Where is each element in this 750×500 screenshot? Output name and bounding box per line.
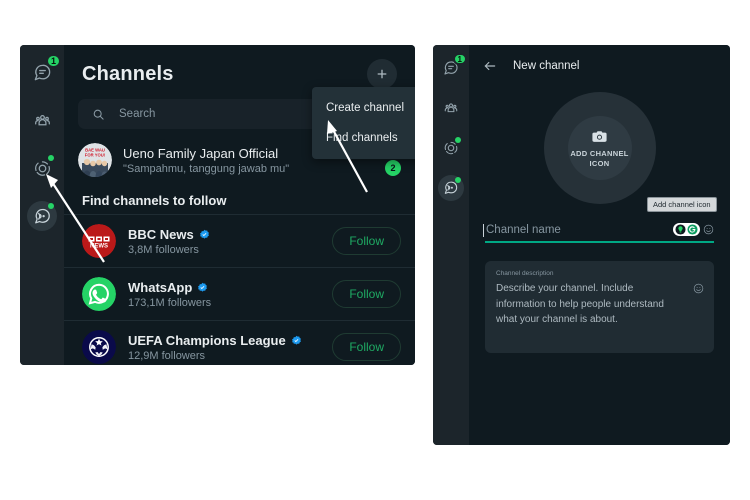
follow-button[interactable]: Follow	[332, 333, 401, 361]
menu-item-find-channels[interactable]: Find channels	[312, 123, 415, 153]
camera-icon	[592, 131, 607, 142]
page-title: Channels	[82, 62, 174, 85]
follow-button[interactable]: Follow	[332, 280, 401, 308]
channel-description-placeholder: Describe your channel. Include informati…	[496, 283, 664, 325]
table-row[interactable]: NEWS BBC News 3,8M followers Follow	[64, 214, 415, 267]
gif-icon[interactable]	[687, 224, 698, 235]
add-icon-line2: ICON	[589, 158, 610, 168]
channel-meta: BBC News 3,8M followers	[128, 227, 320, 256]
bbc-news-logo-icon: NEWS	[82, 224, 116, 258]
channel-followers: 173,1M followers	[128, 296, 212, 309]
add-channel-icon-tooltip: Add channel icon	[647, 197, 717, 212]
table-row[interactable]: WhatsApp 173,1M followers Follow	[64, 267, 415, 320]
add-channel-icon-label: ADD CHANNEL ICON	[570, 149, 628, 168]
status-activity-dot	[48, 155, 54, 161]
sidebar-item-chats[interactable]: 1	[438, 53, 467, 81]
channel-name-field[interactable]: Channel name	[483, 223, 714, 243]
add-icon-line1: ADD CHANNEL	[570, 149, 629, 159]
page-title: New channel	[513, 60, 580, 72]
chats-unread-badge: 1	[45, 54, 61, 68]
sidebar-item-channels[interactable]	[27, 201, 57, 231]
add-channel-icon-button[interactable]: ADD CHANNEL ICON	[469, 83, 730, 213]
sticker-icon[interactable]	[675, 224, 686, 235]
verified-badge-icon	[198, 282, 208, 292]
uefa-champions-league-logo-icon	[82, 330, 116, 364]
new-channel-button[interactable]	[367, 59, 397, 89]
table-row[interactable]: UEFA Champions League 12,9M followers Fo…	[64, 320, 415, 365]
avatar-caption-line2: FOR YOU!	[85, 153, 105, 158]
menu-item-create-channel[interactable]: Create channel	[312, 93, 415, 123]
sidebar-item-communities[interactable]	[438, 95, 464, 121]
pinned-channel-preview: "Sampahmu, tanggung jawab mu"	[123, 162, 290, 175]
search-placeholder: Search	[119, 108, 156, 120]
channel-followers: 12,9M followers	[128, 349, 206, 362]
back-arrow-icon[interactable]	[483, 59, 497, 73]
channel-name: WhatsApp	[128, 279, 193, 295]
channel-meta: WhatsApp 173,1M followers	[128, 280, 320, 309]
new-channel-panel: 1 New channel ADD CHANNEL ICON Add chann…	[433, 45, 730, 445]
svg-text:NEWS: NEWS	[90, 244, 108, 250]
channel-followers: 3,8M followers	[128, 243, 199, 256]
channel-description-label: Channel description	[496, 270, 554, 277]
channels-activity-dot	[455, 177, 461, 183]
channel-name-placeholder: Channel name	[483, 223, 561, 237]
right-nav-rail: 1	[433, 45, 469, 445]
sidebar-item-channels[interactable]	[438, 175, 464, 201]
avatar: BAE WAU FOR YOU!	[78, 143, 112, 177]
channel-name: BBC News	[128, 226, 194, 242]
pinned-unread-badge: 2	[385, 160, 401, 176]
sidebar-item-chats[interactable]: 1	[27, 54, 61, 87]
verified-badge-icon	[199, 229, 209, 239]
chats-unread-badge: 1	[452, 53, 467, 65]
add-channel-icon-content: ADD CHANNEL ICON	[570, 128, 628, 168]
channels-activity-dot	[48, 203, 54, 209]
section-title-find-channels: Find channels to follow	[82, 193, 227, 208]
channels-content: Channels Search BAE WAU FOR YOU! Ueno Fa…	[64, 45, 415, 365]
emoji-icon[interactable]	[703, 224, 714, 235]
channel-description-field[interactable]: Channel description Describe your channe…	[485, 261, 714, 353]
verified-badge-icon	[291, 335, 301, 345]
new-channel-content: New channel ADD CHANNEL ICON Add channel…	[469, 45, 730, 445]
new-channel-dropdown-menu: Create channel Find channels	[312, 87, 415, 159]
channel-name-placeholder-text: Channel name	[486, 223, 561, 236]
sidebar-item-status[interactable]	[438, 135, 464, 161]
sticker-gif-pill	[673, 223, 700, 236]
channel-name-input-icons	[673, 223, 714, 236]
new-channel-header: New channel	[469, 45, 730, 83]
channel-meta: UEFA Champions League 12,9M followers	[128, 333, 320, 362]
emoji-icon[interactable]	[693, 281, 704, 299]
channel-name: UEFA Champions League	[128, 332, 286, 348]
sidebar-item-status[interactable]	[27, 153, 57, 183]
whatsapp-logo-icon	[82, 277, 116, 311]
left-nav-rail: 1	[20, 45, 64, 365]
plus-icon	[377, 69, 387, 79]
search-icon	[92, 108, 105, 121]
screenshot-stage: 1 Channels Search BAE WAU FOR YOU! Ueno …	[0, 0, 750, 500]
sidebar-item-communities[interactable]	[27, 105, 57, 135]
channels-panel: 1 Channels Search BAE WAU FOR YOU! Ueno …	[20, 45, 415, 365]
follow-button[interactable]: Follow	[332, 227, 401, 255]
text-caret	[483, 223, 484, 237]
status-activity-dot	[455, 137, 461, 143]
